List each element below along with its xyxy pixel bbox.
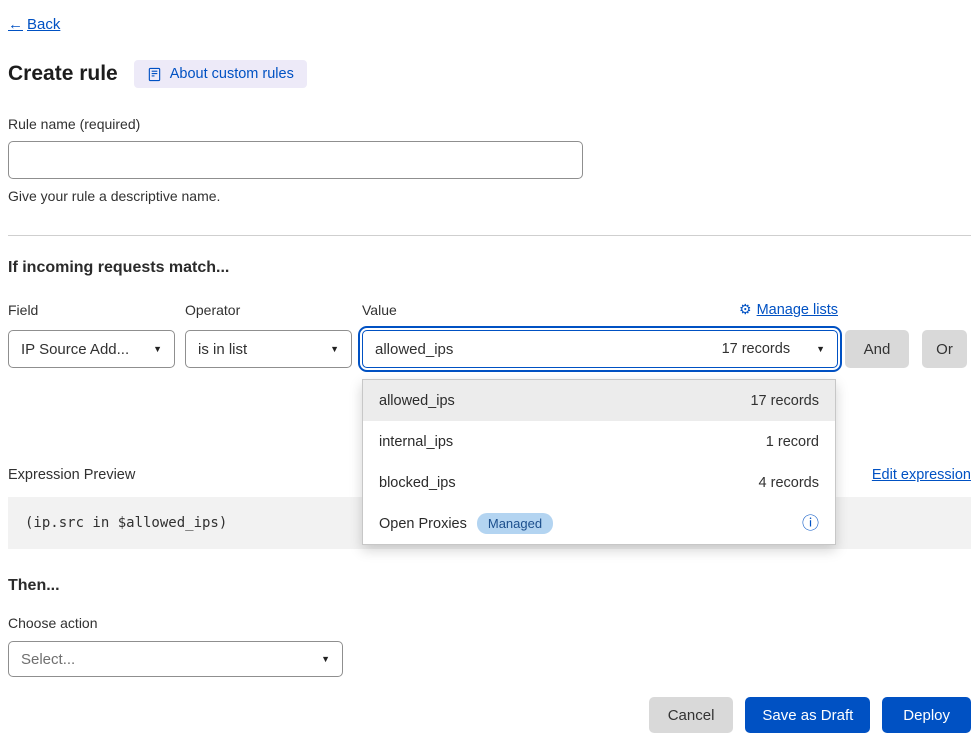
- chevron-down-icon: ▼: [816, 344, 825, 354]
- info-icon[interactable]: ⓘ: [802, 515, 819, 532]
- manage-lists-link[interactable]: ⚙ Manage lists: [739, 301, 838, 318]
- list-item-blocked-ips[interactable]: blocked_ips 4 records: [363, 462, 835, 503]
- match-labels-row: Field Operator Value ⚙ Manage lists: [8, 301, 971, 318]
- action-select[interactable]: Select... ▼: [8, 641, 343, 677]
- back-link[interactable]: ←Back: [8, 16, 60, 33]
- chevron-down-icon: ▼: [330, 344, 339, 354]
- field-label: Field: [8, 302, 175, 318]
- then-heading: Then...: [8, 577, 971, 595]
- gear-icon: ⚙: [739, 301, 752, 318]
- chevron-down-icon: ▼: [153, 344, 162, 354]
- and-button[interactable]: And: [845, 330, 909, 368]
- operator-select[interactable]: is in list ▼: [185, 330, 352, 368]
- about-custom-rules-link[interactable]: About custom rules: [134, 60, 307, 88]
- expression-preview-label: Expression Preview: [8, 467, 135, 483]
- back-link-label: Back: [27, 16, 60, 33]
- chevron-down-icon: ▼: [321, 654, 330, 664]
- title-row: Create rule About custom rules: [8, 60, 971, 88]
- operator-label: Operator: [185, 302, 352, 318]
- list-item-internal-ips[interactable]: internal_ips 1 record: [363, 421, 835, 462]
- managed-badge: Managed: [477, 513, 553, 534]
- value-select-records: 17 records: [722, 341, 791, 357]
- expression-code: (ip.src in $allowed_ips): [25, 515, 227, 531]
- operator-select-value: is in list: [198, 341, 247, 358]
- list-dropdown: allowed_ips 17 records internal_ips 1 re…: [362, 379, 836, 545]
- page-title: Create rule: [8, 62, 118, 86]
- value-select-value: allowed_ips: [375, 341, 453, 358]
- about-custom-rules-label: About custom rules: [170, 66, 294, 82]
- back-arrow-icon: ←: [8, 16, 23, 33]
- match-heading: If incoming requests match...: [8, 259, 971, 277]
- list-item-open-proxies[interactable]: Open Proxies Managed ⓘ: [363, 503, 835, 544]
- or-button[interactable]: Or: [922, 330, 967, 368]
- action-select-placeholder: Select...: [21, 651, 75, 668]
- create-rule-page: ←Back Create rule About custom rules Rul…: [0, 0, 979, 733]
- match-selects-row: IP Source Add... ▼ is in list ▼ allowed_…: [8, 330, 971, 368]
- field-select-value: IP Source Add...: [21, 341, 129, 358]
- edit-expression-link[interactable]: Edit expression: [872, 467, 971, 483]
- rule-name-input[interactable]: [8, 141, 583, 179]
- match-builder: Field Operator Value ⚙ Manage lists IP S…: [8, 301, 971, 368]
- list-item-allowed-ips[interactable]: allowed_ips 17 records: [363, 380, 835, 421]
- cancel-button[interactable]: Cancel: [649, 697, 734, 733]
- value-label: Value: [362, 302, 397, 318]
- footer-actions: Cancel Save as Draft Deploy: [8, 697, 971, 733]
- rule-name-label: Rule name (required): [8, 116, 971, 132]
- manage-lists-label: Manage lists: [757, 302, 838, 318]
- value-select[interactable]: allowed_ips 17 records ▼: [362, 330, 838, 368]
- book-icon: [147, 67, 162, 82]
- save-as-draft-button[interactable]: Save as Draft: [745, 697, 870, 733]
- choose-action-label: Choose action: [8, 615, 971, 631]
- field-select[interactable]: IP Source Add... ▼: [8, 330, 175, 368]
- rule-name-help: Give your rule a descriptive name.: [8, 188, 971, 204]
- deploy-button[interactable]: Deploy: [882, 697, 971, 733]
- section-divider: [8, 235, 971, 236]
